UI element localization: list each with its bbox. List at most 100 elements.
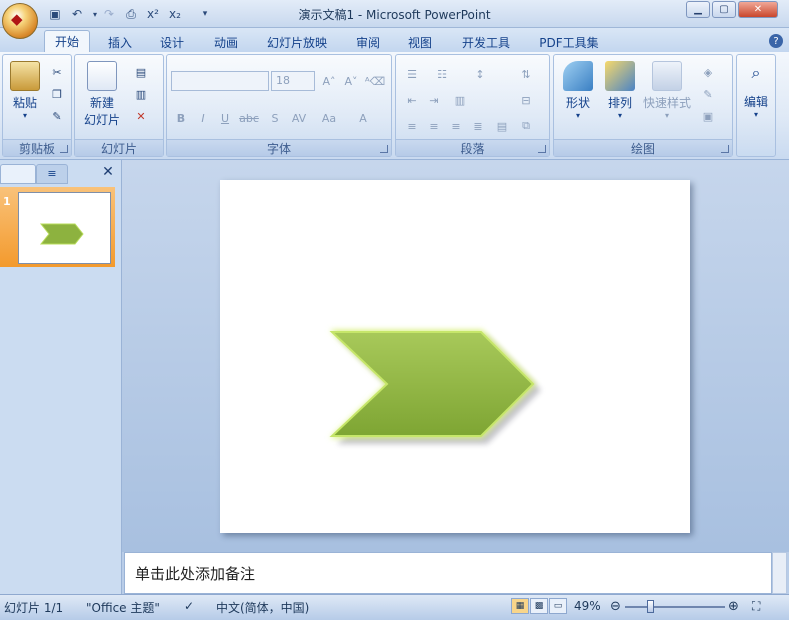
quick-styles-icon (652, 61, 682, 91)
delete-slide-icon[interactable]: ✕ (131, 107, 151, 125)
justify-icon[interactable]: ≣ (468, 117, 488, 135)
tab-review[interactable]: 审阅 (348, 32, 388, 52)
ribbon: 粘贴 ▾ ✂ ❐ ✎ 剪贴板 . 新建 幻灯片 ▤ ▥ ✕ 幻灯片 18 A˄ … (0, 52, 789, 160)
superscript-icon[interactable]: x² (144, 5, 162, 23)
shapes-button[interactable]: 形状 ▾ (558, 61, 598, 120)
redo-icon[interactable]: ↷ (100, 5, 118, 23)
new-slide-icon (87, 61, 117, 91)
clear-format-icon[interactable]: ᴬ⌫ (365, 72, 385, 90)
shape-outline-icon[interactable]: ✎ (698, 85, 718, 103)
slide-count-status: 幻灯片 1/1 (4, 601, 64, 615)
minimize-button[interactable]: ▁ (686, 1, 710, 18)
language-status: 中文(简体，中国) (216, 601, 310, 615)
italic-icon[interactable]: I (193, 109, 213, 127)
notes-pane[interactable]: 单击此处添加备注 (124, 552, 772, 594)
shape-fill-icon[interactable]: ◈ (698, 63, 718, 81)
grow-font-icon[interactable]: A˄ (319, 72, 339, 90)
copy-icon[interactable]: ❐ (47, 85, 67, 103)
customize-toolbar-icon[interactable]: ▾ (196, 5, 214, 23)
fit-to-window-icon[interactable]: ⛶ (752, 599, 760, 614)
format-painter-icon[interactable]: ✎ (47, 107, 67, 125)
editing-label: 编辑 (743, 95, 768, 109)
zoom-slider[interactable] (625, 606, 725, 608)
cut-icon[interactable]: ✂ (47, 63, 67, 81)
change-case-icon[interactable]: Aa (319, 109, 339, 127)
align-left-icon[interactable]: ≡ (402, 117, 422, 135)
slide-canvas[interactable] (220, 180, 690, 533)
decrease-indent-icon[interactable]: ⇤ (402, 91, 422, 109)
shape-effects-icon[interactable]: ▣ (698, 107, 718, 125)
close-window-button[interactable]: ✕ (738, 1, 778, 18)
tab-animations[interactable]: 动画 (206, 32, 246, 52)
subscript-icon[interactable]: x₂ (166, 5, 184, 23)
drawing-label: 绘图 (554, 139, 732, 156)
font-name-input[interactable] (171, 71, 269, 91)
bullets-icon[interactable]: ☰ (402, 65, 422, 83)
print-preview-icon[interactable]: ⎙ (122, 5, 140, 23)
tab-view[interactable]: 视图 (400, 32, 440, 52)
tab-developer[interactable]: 开发工具 (456, 32, 516, 52)
numbering-icon[interactable]: ☷ (432, 65, 452, 83)
font-label: 字体 (167, 139, 391, 156)
undo-icon[interactable]: ↶ (68, 5, 86, 23)
save-icon[interactable]: ▣ (46, 5, 64, 23)
new-slide-button[interactable]: 新建 幻灯片 (79, 61, 125, 128)
thumbnail-arrow-shape (39, 223, 84, 245)
text-shadow-icon[interactable]: S (265, 109, 285, 127)
zoom-in-icon[interactable]: ⊕ (728, 599, 739, 614)
shrink-font-icon[interactable]: A˅ (341, 72, 361, 90)
increase-indent-icon[interactable]: ⇥ (424, 91, 444, 109)
text-direction-icon[interactable]: ⇅ (516, 65, 536, 83)
drawing-launcher-icon[interactable]: . (721, 145, 729, 153)
zoom-out-icon[interactable]: ⊖ (610, 599, 621, 614)
arrange-button[interactable]: 排列 ▾ (600, 61, 640, 120)
office-button[interactable]: ◆ (2, 3, 38, 39)
slide-show-icon[interactable]: ▭ (549, 598, 567, 614)
smartart-icon[interactable]: ⧉ (516, 117, 536, 135)
bold-icon[interactable]: B (171, 109, 191, 127)
slides-tab[interactable] (0, 164, 36, 184)
quick-styles-button[interactable]: 快速样式 ▾ (642, 61, 692, 120)
underline-icon[interactable]: U (215, 109, 235, 127)
paragraph-launcher-icon[interactable]: . (538, 145, 546, 153)
normal-view-icon[interactable]: ▦ (511, 598, 529, 614)
zoom-slider-thumb[interactable] (647, 600, 654, 613)
title-bar: 演示文稿1 - Microsoft PowerPoint (0, 0, 789, 28)
align-center-icon[interactable]: ≡ (424, 117, 444, 135)
distribute-icon[interactable]: ▤ (492, 117, 512, 135)
strikethrough-icon[interactable]: abc (239, 109, 259, 127)
paste-button[interactable]: 粘贴 ▾ (7, 61, 43, 120)
slide-thumbnail[interactable] (18, 192, 111, 264)
group-clipboard: 粘贴 ▾ ✂ ❐ ✎ 剪贴板 . (2, 54, 72, 157)
notes-scrollbar[interactable] (772, 552, 787, 594)
editing-button[interactable]: ⌕ 编辑 ▾ (739, 63, 773, 119)
layout-icon[interactable]: ▤ (131, 63, 151, 81)
close-panel-icon[interactable]: ✕ (100, 164, 116, 180)
zoom-level[interactable]: 49% (574, 599, 601, 613)
tab-design[interactable]: 设计 (152, 32, 192, 52)
char-spacing-icon[interactable]: AV (289, 109, 309, 127)
outline-tab-icon[interactable]: ≡ (36, 164, 68, 184)
clipboard-launcher-icon[interactable]: . (60, 145, 68, 153)
font-launcher-icon[interactable]: . (380, 145, 388, 153)
columns-icon[interactable]: ▥ (450, 91, 470, 109)
window-title: 演示文稿1 - Microsoft PowerPoint (298, 8, 491, 22)
font-color-icon[interactable]: A (353, 109, 373, 127)
restore-button[interactable]: ▢ (712, 1, 736, 18)
tab-insert[interactable]: 插入 (100, 32, 140, 52)
align-text-icon[interactable]: ⊟ (516, 91, 536, 109)
tab-home[interactable]: 开始 (44, 30, 90, 52)
reset-slide-icon[interactable]: ▥ (131, 85, 151, 103)
line-spacing-icon[interactable]: ↕ (470, 65, 490, 83)
tab-slide-show[interactable]: 幻灯片放映 (262, 32, 332, 52)
help-icon[interactable]: ? (769, 34, 783, 48)
theme-status: "Office 主题" (86, 601, 160, 615)
spell-check-icon[interactable]: ✓ (184, 599, 194, 613)
slide-sorter-icon[interactable]: ▩ (530, 598, 548, 614)
align-right-icon[interactable]: ≡ (446, 117, 466, 135)
shapes-icon (563, 61, 593, 91)
font-size-input[interactable]: 18 (271, 71, 315, 91)
chevron-arrow-shape[interactable] (220, 180, 690, 533)
tab-pdf-tools[interactable]: PDF工具集 (534, 32, 604, 52)
slides-label: 幻灯片 (75, 139, 163, 156)
